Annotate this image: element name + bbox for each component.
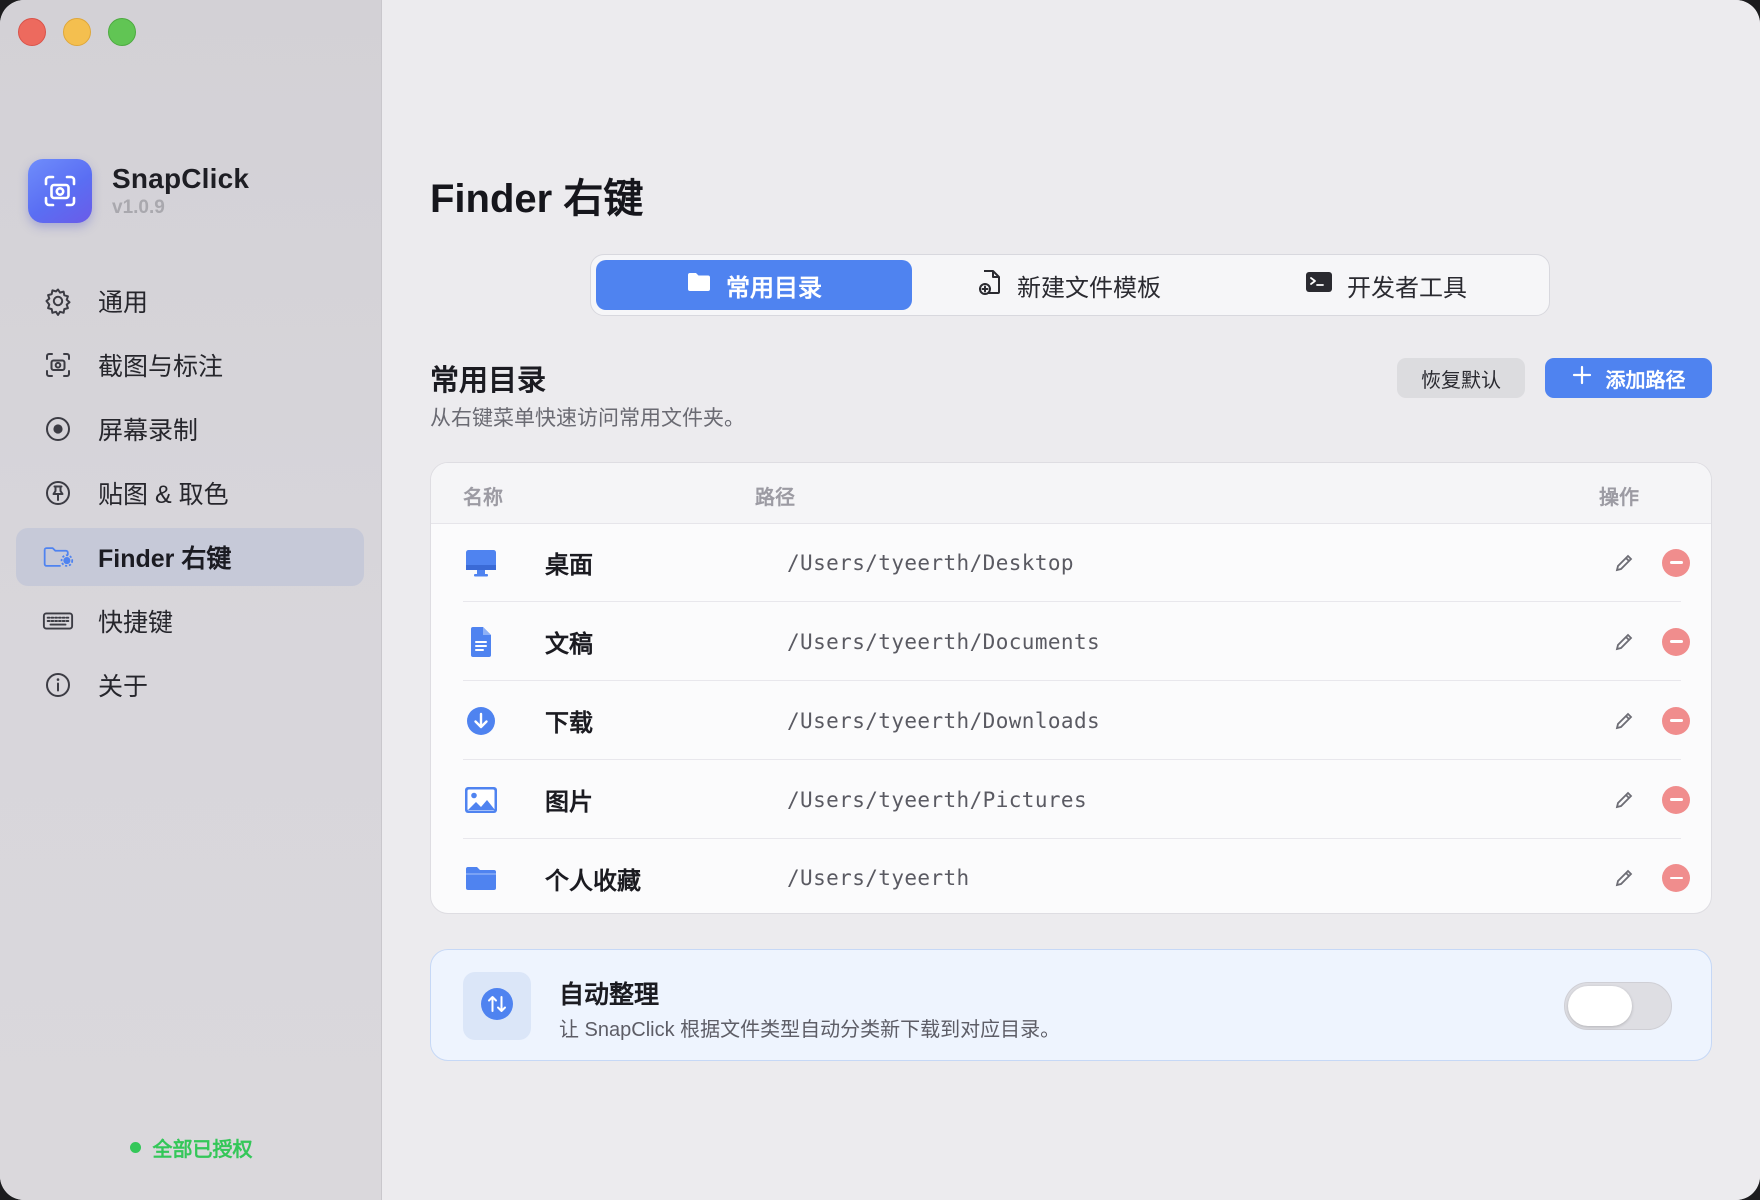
sidebar-item-label: 贴图 & 取色 [98,481,229,509]
edit-pencil-icon[interactable] [1611,865,1637,891]
sidebar-item-finder[interactable]: Finder 右键 [16,528,364,586]
auth-status-text: 全部已授权 [152,1139,253,1161]
screenshot-camera-icon [42,349,74,381]
tab-new-file-templates[interactable]: 新建文件模板 [912,260,1228,310]
edit-pencil-icon[interactable] [1611,629,1637,655]
sidebar-item-about[interactable]: 关于 [16,656,364,714]
edit-pencil-icon[interactable] [1611,787,1637,813]
edit-pencil-icon[interactable] [1611,550,1637,576]
row-path: /Users/tyeerth [787,866,970,890]
zoom-window-button[interactable] [108,18,136,46]
minimize-window-button[interactable] [63,18,91,46]
sort-arrows-icon [480,987,514,1026]
column-header-name: 名称 [463,487,503,509]
plus-icon [1572,365,1592,391]
folder-icon [686,271,712,300]
row-path: /Users/tyeerth/Downloads [787,708,1101,733]
row-name: 个人收藏 [545,867,641,895]
sidebar-item-label: 屏幕录制 [98,417,199,445]
table-row[interactable]: 图片 /Users/tyeerth/Pictures [463,761,1690,839]
folders-table: 名称 路径 操作 桌面 /Users/tyeerth/Desktop 文稿 /U… [430,462,1712,914]
edit-pencil-icon[interactable] [1611,708,1637,734]
tab-developer-tools[interactable]: 开发者工具 [1228,260,1544,310]
toggle-knob [1568,986,1632,1026]
gear-icon [42,285,74,317]
row-path: /Users/tyeerth/Documents [787,629,1101,654]
sidebar-item-label: Finder 右键 [98,545,232,573]
auto-organize-title: 自动整理 [559,981,660,1009]
tab-bar: 常用目录 新建文件模板 开发者工具 [590,254,1550,316]
row-name: 桌面 [545,552,593,579]
sidebar-item-label: 截图与标注 [98,353,224,381]
auth-status: 全部已授权 [0,1133,382,1162]
table-row[interactable]: 下载 /Users/tyeerth/Downloads [463,682,1690,760]
app-name: SnapClick [112,163,250,194]
row-name: 下载 [545,710,593,737]
row-name: 图片 [545,789,593,816]
app-logo-icon [28,159,92,223]
app-window: SnapClick v1.0.9 通用 截图与标注 屏幕录制 贴图 & 取色 F… [0,0,1760,1200]
sidebar-nav: 通用 截图与标注 屏幕录制 贴图 & 取色 Finder 右键 快捷键 关于 [16,272,364,720]
section-description: 从右键菜单快速访问常用文件夹。 [430,407,745,430]
document-icon [463,624,499,660]
delete-minus-icon[interactable] [1662,627,1690,656]
download-icon [463,703,499,739]
keyboard-icon [42,605,74,637]
sidebar-item-label: 通用 [98,289,149,317]
sidebar-item-screenshot[interactable]: 截图与标注 [16,336,364,394]
row-path: /Users/tyeerth/Desktop [787,550,1074,575]
tab-label: 新建文件模板 [1017,274,1161,302]
row-name: 文稿 [545,631,593,658]
delete-minus-icon[interactable] [1662,548,1690,577]
tab-label: 常用目录 [726,274,822,302]
auto-organize-description: 让 SnapClick 根据文件类型自动分类新下载到对应目录。 [559,1019,1061,1041]
auto-organize-card: 自动整理 让 SnapClick 根据文件类型自动分类新下载到对应目录。 [430,949,1712,1061]
status-dot [129,1142,141,1153]
tab-common-folders[interactable]: 常用目录 [596,260,912,310]
row-path: /Users/tyeerth/Pictures [787,787,1087,812]
sidebar-item-label: 快捷键 [98,609,174,637]
pin-icon [42,477,74,509]
sidebar-item-shortcuts[interactable]: 快捷键 [16,592,364,650]
auto-organize-toggle[interactable] [1564,982,1672,1030]
tab-label: 开发者工具 [1347,274,1467,302]
auto-organize-icon-box [463,972,531,1040]
table-row[interactable]: 个人收藏 /Users/tyeerth [463,839,1690,913]
info-icon [42,669,74,701]
folder-icon [463,860,499,896]
delete-minus-icon[interactable] [1662,785,1690,814]
app-version: v1.0.9 [112,197,165,218]
picture-icon [463,782,499,818]
sidebar-item-screen-recording[interactable]: 屏幕录制 [16,400,364,458]
table-header: 名称 路径 操作 [431,463,1711,524]
sidebar-item-pin-color[interactable]: 贴图 & 取色 [16,464,364,522]
finder-folder-gear-icon [42,541,74,573]
table-row[interactable]: 桌面 /Users/tyeerth/Desktop [463,524,1690,602]
add-path-label: 添加路径 [1605,369,1686,392]
close-window-button[interactable] [18,18,46,46]
reset-default-button[interactable]: 恢复默认 [1397,358,1525,398]
sidebar-item-label: 关于 [98,673,149,701]
app-header: SnapClick v1.0.9 [28,159,249,223]
sidebar: SnapClick v1.0.9 通用 截图与标注 屏幕录制 贴图 & 取色 F… [0,0,382,1200]
table-row[interactable]: 文稿 /Users/tyeerth/Documents [463,603,1690,681]
sidebar-item-general[interactable]: 通用 [16,272,364,330]
column-header-actions: 操作 [1599,487,1639,509]
page-title: Finder 右键 [430,177,644,221]
add-path-button[interactable]: 添加路径 [1545,358,1712,398]
terminal-icon [1305,270,1333,301]
delete-minus-icon[interactable] [1662,864,1690,892]
new-file-icon [979,268,1003,303]
delete-minus-icon[interactable] [1662,706,1690,735]
desktop-icon [463,545,499,581]
main-content: Finder 右键 常用目录 新建文件模板 开发者工具 常用目录 从右键菜单快速… [382,0,1760,1200]
window-controls [18,18,136,46]
column-header-path: 路径 [755,487,795,509]
record-icon [42,413,74,445]
section-title: 常用目录 [430,365,547,397]
